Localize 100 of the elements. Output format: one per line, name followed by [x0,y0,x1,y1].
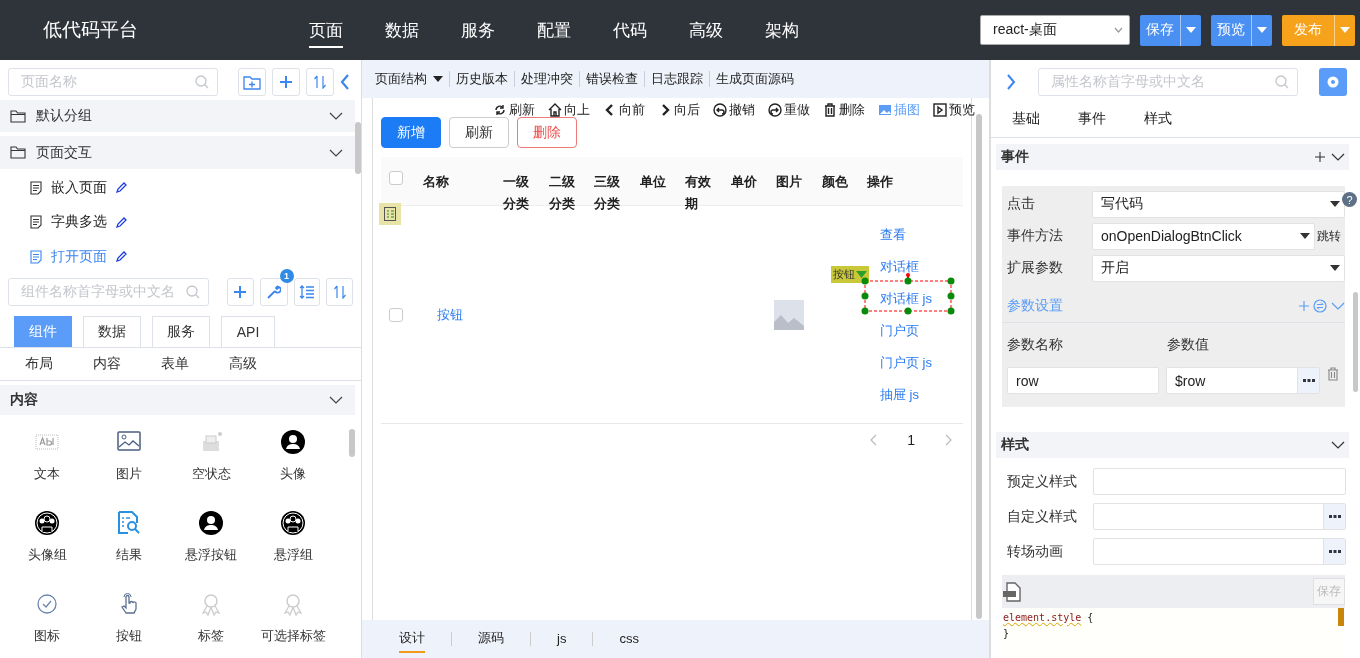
category-tab[interactable]: 表单 [161,355,189,373]
wrench-button[interactable] [259,278,288,306]
chevron-left-icon[interactable] [869,434,878,446]
section-header[interactable]: 事件 [996,144,1349,170]
jump-link[interactable]: 跳转 [1315,227,1343,245]
settings-button[interactable] [1319,68,1347,96]
nav-tab[interactable]: 高级 [681,0,757,60]
page-group[interactable]: 默认分组 [0,100,355,133]
panel-tab[interactable]: 服务 [152,316,210,347]
panel-tab[interactable]: API [221,316,275,347]
toolbar-action[interactable]: 撤销 [713,101,755,119]
platform-select[interactable]: react-桌面 [980,15,1130,45]
component-label[interactable]: 头像组 [27,545,67,564]
action-button[interactable]: 新增 [381,117,441,148]
component-label[interactable]: 图片 [116,464,142,483]
row-checkbox[interactable] [389,307,403,322]
editor-tab[interactable]: js [557,626,567,652]
select-field[interactable]: onOpenDialogBtnClick [1092,222,1315,250]
input-field[interactable] [1093,538,1346,565]
nav-tab[interactable]: 服务 [453,0,529,60]
component-label[interactable]: 标签 [198,626,224,645]
nav-tab[interactable]: 配置 [529,0,605,60]
component-label[interactable]: 空状态 [191,464,231,483]
sort-button[interactable] [326,278,353,306]
selection-tag[interactable]: 按钮 [831,265,869,283]
section-header[interactable]: 样式 [996,432,1349,458]
user-group-icon[interactable] [34,509,60,536]
user-avatar-icon[interactable] [280,428,306,455]
nav-tab[interactable]: 数据 [377,0,453,60]
action-button[interactable]: 删除 [517,117,577,148]
table-link[interactable]: 对话框 js [865,282,932,315]
sort-button[interactable] [306,68,334,96]
component-label[interactable]: 悬浮组 [273,545,313,564]
menu-item[interactable]: 生成页面源码 [710,71,800,87]
property-tab[interactable]: 事件 [1078,109,1106,129]
nav-tab[interactable]: 代码 [605,0,681,60]
pencil-icon[interactable] [116,251,127,263]
component-label[interactable]: 按钮 [116,626,142,645]
toolbar-action[interactable]: 向上 [548,101,590,119]
scrollbar-thumb[interactable] [976,114,982,619]
scrollbar-thumb[interactable] [1353,292,1358,392]
folder-add-button[interactable] [238,68,266,96]
toolbar-action[interactable]: 刷新 [493,101,535,119]
page-group[interactable]: 页面交互 [0,136,355,169]
toolbar-action[interactable]: 向后 [658,101,700,119]
page-item[interactable]: 字典多选 [0,207,355,238]
input-field[interactable] [1093,468,1346,495]
scrollbar-thumb[interactable] [1338,608,1344,626]
select-field[interactable]: 开启 [1092,254,1345,282]
panel-tab[interactable]: 数据 [83,316,141,347]
chevron-right-icon[interactable] [945,434,953,446]
page-item[interactable]: 打开页面 [0,241,355,272]
pencil-icon[interactable] [116,182,127,194]
component-label[interactable]: 可选择标签 [260,626,326,645]
row-tool-button[interactable] [379,203,401,225]
swap-icon[interactable] [1313,299,1327,313]
menu-item[interactable]: 页面结构 [375,71,450,87]
user-avatar-icon[interactable] [198,509,224,536]
help-badge[interactable]: ? [1342,192,1357,207]
component-label[interactable]: 悬浮按钮 [185,545,237,564]
action-button[interactable]: 刷新 [449,117,509,148]
table-link[interactable]: 抽屉 js [880,378,919,411]
editor-tab[interactable]: 源码 [478,625,504,653]
component-label[interactable]: 头像 [280,464,306,483]
category-tab[interactable]: 布局 [25,355,53,373]
more-button[interactable] [1323,504,1345,529]
menu-item[interactable]: 日志跟踪 [645,71,710,87]
plus-icon[interactable] [1315,152,1325,162]
table-link[interactable]: 对话框 [880,250,919,283]
toolbar-action[interactable]: 删除 [823,101,865,119]
add-button[interactable] [226,278,254,306]
search-document-icon[interactable] [116,509,142,536]
pencil-icon[interactable] [116,216,127,228]
user-group-icon[interactable] [280,509,306,536]
more-button[interactable] [1323,539,1345,564]
more-button[interactable] [1297,368,1319,393]
line-height-button[interactable] [293,278,321,306]
select-all-checkbox[interactable] [389,171,403,185]
property-tab[interactable]: 样式 [1144,109,1172,129]
editor-tab[interactable]: 设计 [399,625,425,653]
nav-tab[interactable]: 页面 [301,0,377,60]
input-field[interactable]: row [1007,367,1159,394]
section-header[interactable]: 内容 [0,385,355,415]
toolbar-action[interactable]: 向前 [603,101,645,119]
component-label[interactable]: 图标 [34,626,60,645]
page-item[interactable]: 嵌入页面 [0,172,355,204]
scrollbar-thumb[interactable] [349,429,355,457]
menu-item[interactable]: 错误检查 [580,71,645,87]
trash-icon[interactable] [1327,367,1339,381]
editor-tab[interactable]: css [619,626,639,652]
select-field[interactable]: 写代码 [1092,190,1345,218]
add-button[interactable] [272,68,300,96]
code-editor[interactable]: element.style { } [1002,608,1345,658]
table-link[interactable]: 按钮 [437,305,463,324]
input-field[interactable] [1093,503,1346,530]
scrollbar-thumb[interactable] [355,122,361,174]
expand-icon[interactable] [1007,74,1016,90]
property-tab[interactable]: 基础 [1012,109,1040,129]
menu-item[interactable]: 处理冲突 [515,71,580,87]
table-link[interactable]: 查看 [880,218,906,251]
